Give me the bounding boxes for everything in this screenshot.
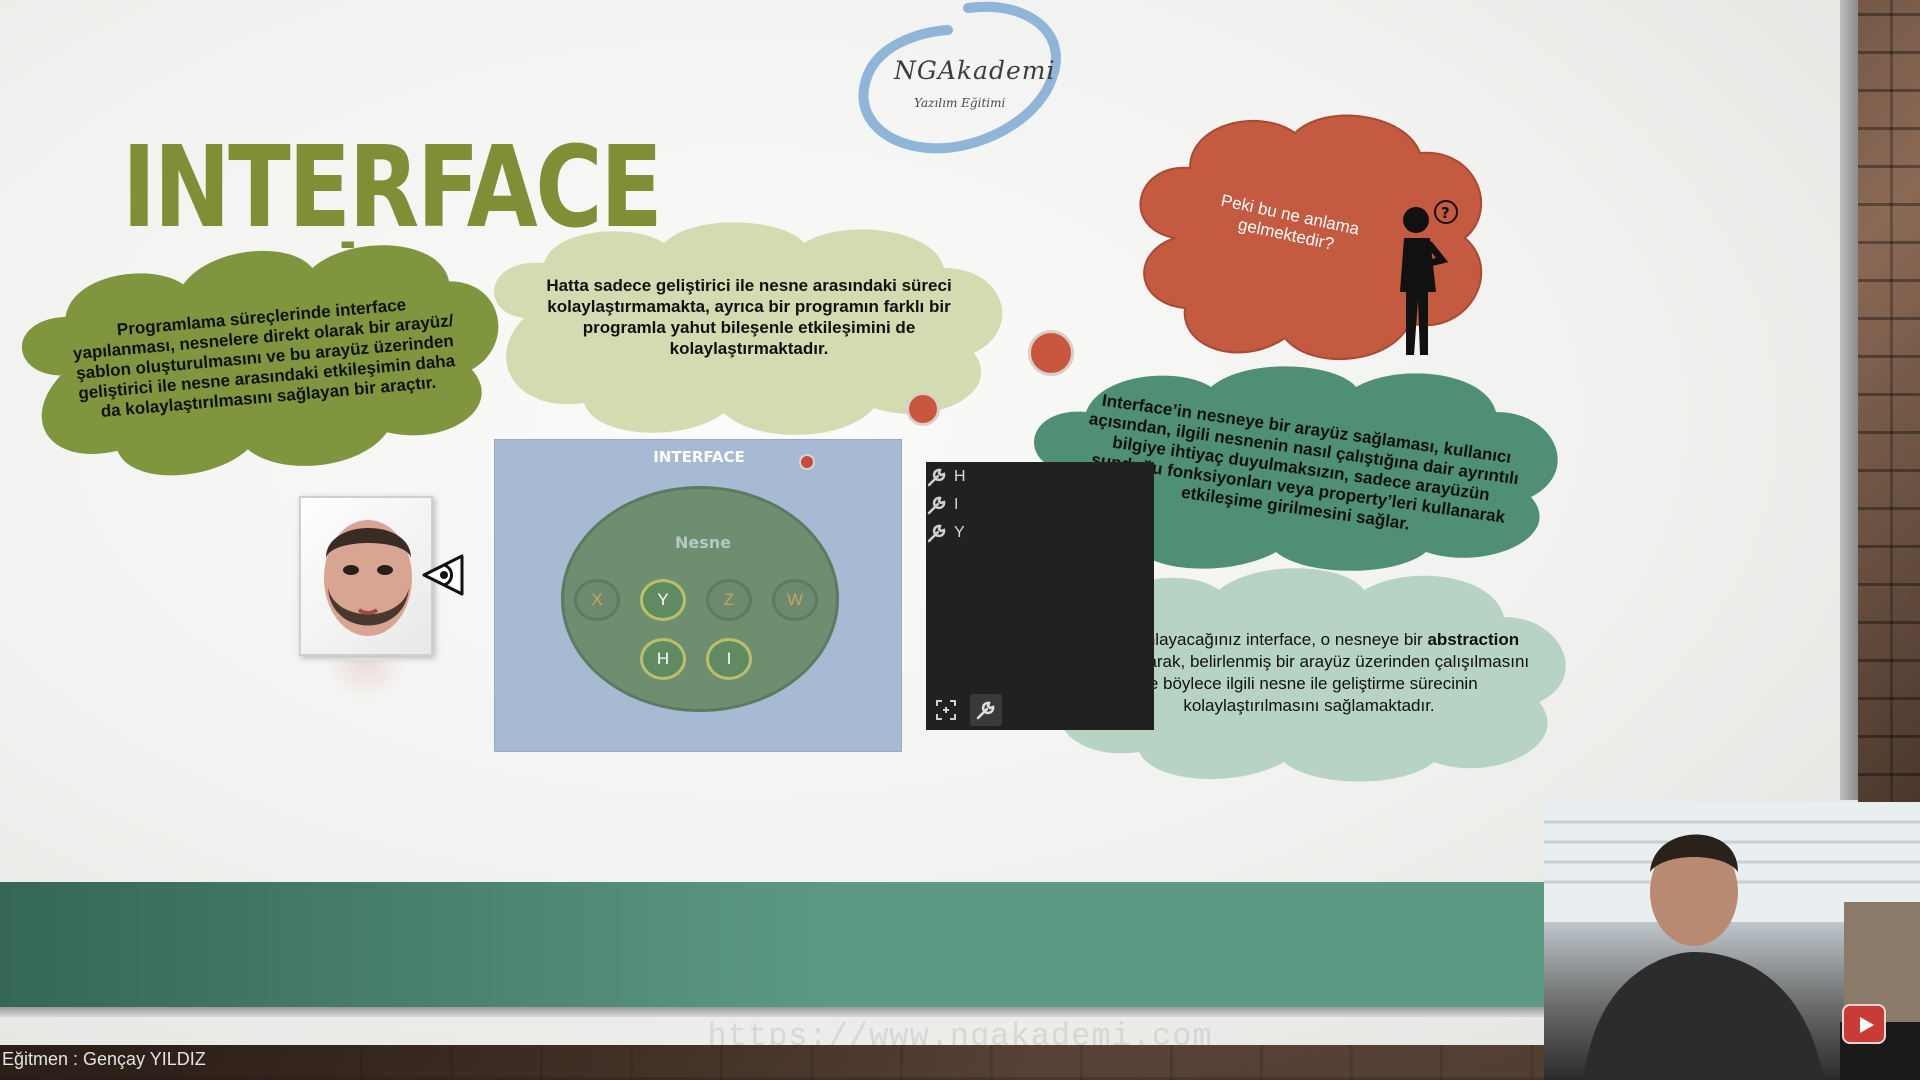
wrench-button[interactable] <box>970 694 1002 726</box>
diagram-title: INTERFACE <box>653 448 745 466</box>
wrench-icon <box>927 496 946 515</box>
developer-avatar <box>299 496 433 656</box>
thought-dot-small <box>906 392 940 426</box>
member-y: Y <box>640 579 686 621</box>
interface-diagram: INTERFACE Nesne X Y Z W H I <box>494 439 902 752</box>
tool-item-h[interactable]: H <box>926 466 966 488</box>
cloud-definition: Programlama süreçlerinde interface yapıl… <box>0 216 529 500</box>
cloud-interaction: Hatta sadece geliştirici ile nesne arası… <box>464 218 1034 440</box>
diagram-pointer-dot <box>799 454 815 470</box>
interface-tool-panel: H I Y <box>926 462 1154 730</box>
wrench-icon <box>927 524 946 543</box>
fit-view-icon <box>936 700 956 720</box>
cloud-interaction-text: Hatta sadece geliştirici ile nesne arası… <box>546 276 952 358</box>
tool-item-label: H <box>954 468 966 485</box>
cloud-definition-text: Programlama süreçlerinde interface yapıl… <box>72 295 456 422</box>
youtube-icon[interactable] <box>1842 1004 1886 1044</box>
svg-text:?: ? <box>1441 204 1450 222</box>
wrench-icon <box>927 468 946 487</box>
object-label: Nesne <box>674 533 731 552</box>
member-z: Z <box>706 579 752 621</box>
abstraction-text-after: uygulayarak, belirlenmiş bir arayüz üzer… <box>1088 652 1530 715</box>
logo-name: NGAkademi <box>894 56 1056 85</box>
abstraction-keyword: abstraction <box>1427 630 1520 649</box>
tool-item-label: Y <box>954 524 965 541</box>
tool-item-label: I <box>954 496 959 513</box>
instructor-bar <box>0 1045 1544 1080</box>
slide-right-edge <box>1840 0 1858 800</box>
tool-item-y[interactable]: Y <box>926 522 965 544</box>
logo-subtitle: Yazılım Eğitimi <box>914 96 1006 110</box>
fit-view-button[interactable] <box>930 694 962 726</box>
cloud-question: Peki bu ne anlama gelmektedir? ? <box>1120 108 1510 370</box>
ngakademi-logo: NGAkademi Yazılım Eğitimi <box>848 0 1068 155</box>
thinking-person-icon: ? <box>1400 200 1458 355</box>
member-h: H <box>640 638 686 680</box>
wrench-icon <box>976 701 995 720</box>
member-i: I <box>706 638 752 680</box>
avatar-reflection <box>326 660 406 700</box>
member-x: X <box>574 579 620 621</box>
tool-item-i[interactable]: I <box>926 494 958 516</box>
object-ellipse: Nesne X Y Z W H I <box>561 486 839 712</box>
eye-icon <box>422 554 464 596</box>
member-w: W <box>772 579 818 621</box>
instructor-name: Eğitmen : Gençay YILDIZ <box>2 1049 206 1069</box>
